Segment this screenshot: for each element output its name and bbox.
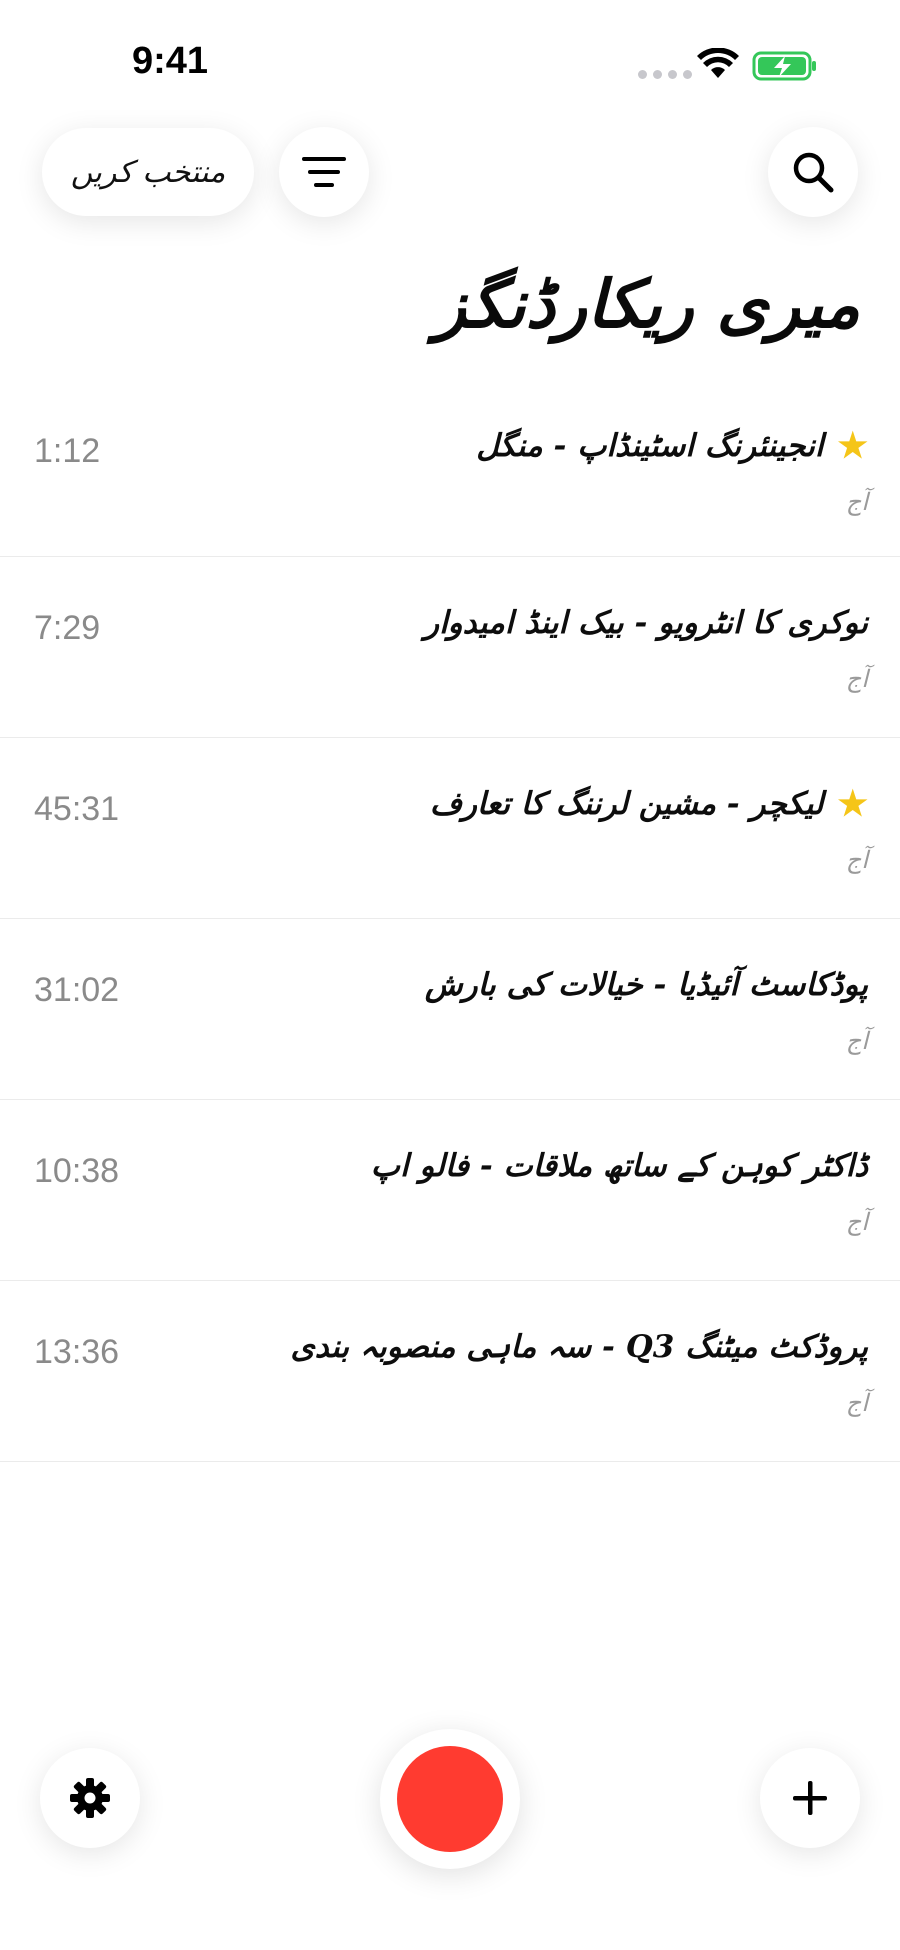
battery-charging-icon [752,51,816,81]
recording-title-text: پروڈکٹ میٹنگ Q3 - سہ ماہی منصوبہ بندی [290,1329,868,1365]
recording-duration: 10:38 [34,1152,120,1190]
recording-title-text: انجینئرنگ اسٹینڈاپ - منگل [476,428,824,464]
recordings-list: ★ انجینئرنگ اسٹینڈاپ - منگل آج 1:12 نوکر… [0,380,900,1462]
list-item[interactable]: ڈاکٹر کوہن کے ساتھ ملاقات - فالو اپ آج 1… [0,1100,900,1281]
plus-icon [793,1781,827,1815]
status-bar: 9:41 [0,0,900,130]
recording-date: آج [845,1027,868,1055]
recording-date: آج [845,488,868,516]
select-button[interactable]: منتخب کریں [42,128,254,216]
recording-title-text: لیکچر - مشین لرننگ کا تعارف [429,786,824,822]
recording-date: آج [845,665,868,693]
record-icon [397,1746,503,1852]
search-icon [793,152,834,193]
list-item[interactable]: پوڈکاسٹ آئیڈیا - خیالات کی بارش آج 31:02 [0,919,900,1100]
list-item[interactable]: ★ لیکچر - مشین لرننگ کا تعارف آج 45:31 [0,738,900,919]
cellular-signal-icon [638,70,692,79]
recording-title-text: ڈاکٹر کوہن کے ساتھ ملاقات - فالو اپ [370,1148,868,1184]
wifi-icon [697,48,739,78]
recording-title-text: نوکری کا انٹرویو - بیک اینڈ امیدوار [424,605,868,641]
filter-lines-icon [302,157,346,187]
search-button[interactable] [768,127,858,217]
recording-title: نوکری کا انٹرویو - بیک اینڈ امیدوار [424,605,868,641]
recording-title: ★ انجینئرنگ اسٹینڈاپ - منگل [476,428,868,464]
star-icon: ★ [837,784,868,824]
recording-date: آج [845,1208,868,1236]
list-item[interactable]: نوکری کا انٹرویو - بیک اینڈ امیدوار آج 7… [0,557,900,738]
recording-title: پروڈکٹ میٹنگ Q3 - سہ ماہی منصوبہ بندی [291,1329,868,1365]
recording-duration: 1:12 [34,432,101,470]
status-time: 9:41 [132,40,209,82]
select-button-label: منتخب کریں [70,154,226,190]
recording-title-text: پوڈکاسٹ آئیڈیا - خیالات کی بارش [424,967,868,1003]
recording-duration: 45:31 [34,790,120,828]
recording-duration: 7:29 [34,609,101,647]
recording-date: آج [845,846,868,874]
record-button[interactable] [380,1729,520,1869]
add-button[interactable] [760,1748,860,1848]
recording-title: ڈاکٹر کوہن کے ساتھ ملاقات - فالو اپ [371,1148,868,1184]
recording-duration: 13:36 [34,1333,120,1371]
list-item[interactable]: پروڈکٹ میٹنگ Q3 - سہ ماہی منصوبہ بندی آج… [0,1281,900,1462]
recording-duration: 31:02 [34,971,120,1009]
recording-date: آج [845,1389,868,1417]
recording-title: ★ لیکچر - مشین لرننگ کا تعارف [430,786,868,822]
settings-button[interactable] [40,1748,140,1848]
recording-title: پوڈکاسٹ آئیڈیا - خیالات کی بارش [425,967,868,1003]
page-title: میری ریکارڈنگز [434,265,860,343]
star-icon: ★ [837,426,868,466]
list-item[interactable]: ★ انجینئرنگ اسٹینڈاپ - منگل آج 1:12 [0,380,900,557]
filter-button[interactable] [279,127,369,217]
gear-icon [70,1778,110,1818]
